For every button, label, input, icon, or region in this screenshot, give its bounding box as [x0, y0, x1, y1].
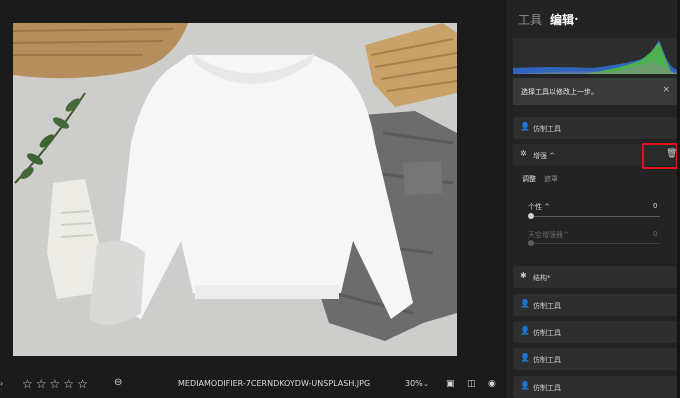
histogram-graph — [513, 38, 678, 74]
star-icon[interactable]: ☆ — [50, 378, 61, 390]
split-view-icon[interactable]: ◫ — [467, 378, 476, 390]
tab-mask[interactable]: 遮罩 — [544, 175, 558, 183]
tooltip: 选择工具以修改上一步。 × — [513, 78, 678, 105]
tab-tools[interactable]: 工具 — [518, 13, 542, 27]
history-item-label: 仿制工具 — [533, 384, 561, 392]
star-icon[interactable]: ☆ — [63, 378, 74, 390]
photo-preview[interactable] — [13, 23, 457, 356]
highlight-box — [642, 143, 678, 169]
prev-arrow-icon[interactable]: › — [0, 378, 3, 390]
gear-icon: ✱ — [520, 271, 527, 280]
panel-tabs: 工具 编辑• — [518, 12, 579, 28]
eye-icon[interactable]: ◉ — [488, 378, 496, 390]
person-icon: 👤 — [520, 122, 530, 131]
chevron-down-icon[interactable]: ⌄ — [423, 378, 429, 390]
history-item-label: 仿制工具 — [533, 125, 561, 133]
history-item-label: 仿制工具 — [533, 329, 561, 337]
slider-track-personality[interactable] — [530, 216, 660, 217]
slider-label-sky: 天空增强器^ — [528, 231, 569, 239]
history-item-label: 结构* — [533, 274, 551, 282]
tooltip-text: 选择工具以修改上一步。 — [521, 88, 598, 96]
history-item-structure[interactable]: ✱ 结构* — [513, 266, 678, 288]
slider-value-personality[interactable]: 0 — [653, 202, 657, 210]
star-icon[interactable]: ☆ — [77, 378, 88, 390]
reject-icon[interactable]: ⊖ — [114, 377, 122, 389]
history-item-clone[interactable]: 👤 仿制工具 — [513, 117, 678, 139]
history-item-label: 仿制工具 — [533, 356, 561, 364]
history-item-label: 仿制工具 — [533, 302, 561, 310]
right-panel: 工具 编辑• 选择工具以修改上一步。 × 👤 仿制工具 ✲ 增强 ^ 🗑 调整 遮罩… — [506, 0, 680, 398]
rating-stars[interactable]: ☆ ☆ ☆ ☆ ☆ — [22, 378, 88, 390]
tab-edit[interactable]: 编辑 — [550, 13, 574, 27]
history-item-label: 增强 ^ — [533, 152, 556, 160]
slider-value-sky[interactable]: 0 — [653, 230, 657, 238]
close-icon[interactable]: × — [662, 85, 670, 95]
sub-tabs: 调整 遮罩 — [522, 174, 566, 184]
compare-icon[interactable]: ▣ — [446, 378, 455, 390]
history-item-clone[interactable]: 👤 仿制工具 — [513, 321, 678, 343]
star-icon[interactable]: ☆ — [36, 378, 47, 390]
slider-track-sky[interactable] — [530, 243, 660, 244]
person-icon: 👤 — [520, 353, 530, 362]
history-item-clone[interactable]: 👤 仿制工具 — [513, 376, 678, 398]
history-item-clone[interactable]: 👤 仿制工具 — [513, 348, 678, 370]
slider-label-personality: 个性 ^ — [528, 203, 551, 211]
slider-knob-sky[interactable] — [528, 240, 534, 246]
filename-label: MEDIAMODIFIER-7CERNDKOYDW-UNSPLASH.JPG — [178, 379, 371, 388]
star-icon[interactable]: ☆ — [22, 378, 33, 390]
person-icon: 👤 — [520, 381, 530, 390]
history-item-clone[interactable]: 👤 仿制工具 — [513, 294, 678, 316]
zoom-level[interactable]: 30% — [405, 378, 423, 390]
tab-adjust[interactable]: 调整 — [522, 175, 536, 183]
canvas-area[interactable] — [0, 0, 506, 372]
histogram — [513, 38, 678, 74]
person-icon: 👤 — [520, 299, 530, 308]
sparkle-icon: ✲ — [520, 149, 527, 158]
person-icon: 👤 — [520, 326, 530, 335]
photo-image — [13, 23, 457, 356]
bottom-toolbar: › ☆ ☆ ☆ ☆ ☆ ⊖ MEDIAMODIFIER-7CERNDKOYDW-… — [0, 372, 506, 398]
modified-dot: • — [574, 15, 579, 24]
slider-knob-personality[interactable] — [528, 213, 534, 219]
